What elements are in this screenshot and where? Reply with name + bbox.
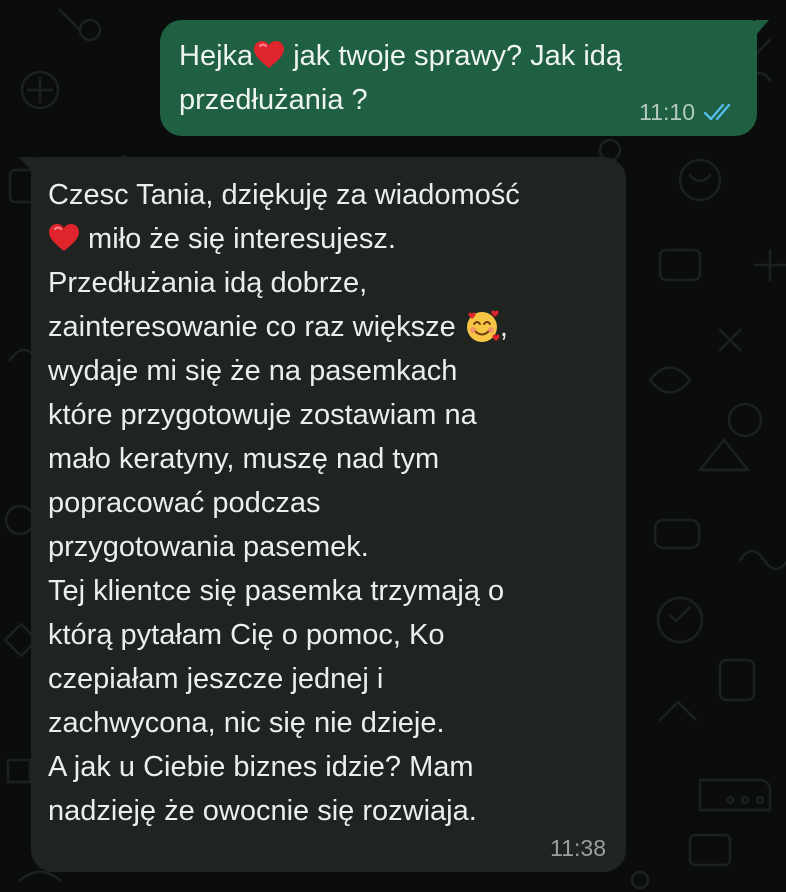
message-text: ,	[499, 311, 508, 343]
outgoing-message-line-1: Hejka jak twoje sprawy? Jak idą	[179, 34, 735, 78]
outgoing-message-meta: 11:10	[639, 100, 737, 124]
incoming-message-line: mało keratyny, muszę nad tym	[48, 437, 612, 481]
message-text: zainteresowanie co raz większe	[48, 311, 464, 343]
incoming-message-line: Tej klientce się pasemka trzymają o	[48, 569, 612, 613]
incoming-message-line: które przygotowuje zostawiam na	[48, 393, 612, 437]
message-text: A jak u Ciebie biznes idzie? Mam	[48, 751, 474, 783]
incoming-message-line: zainteresowanie co raz większe ,	[48, 305, 612, 349]
incoming-message-line: Przedłużania idą dobrze,	[48, 261, 612, 305]
message-text: miło że się interesujesz.	[80, 223, 396, 255]
incoming-message-line: przygotowania pasemek.	[48, 525, 612, 569]
message-text: przedłużania ?	[179, 84, 368, 116]
incoming-message-line: zachwycona, nic się nie dzieje.	[48, 701, 612, 745]
message-time: 11:10	[639, 99, 695, 125]
message-text: czepiałam jeszcze jednej i	[48, 663, 384, 695]
message-text: nadzieję że owocnie się rozwiaja.	[48, 795, 477, 827]
red-heart-emoji-icon	[48, 223, 80, 253]
incoming-message-line: nadzieję że owocnie się rozwiaja.	[48, 789, 612, 833]
message-time: 11:38	[550, 835, 606, 861]
message-text: Przedłużania idą dobrze,	[48, 267, 368, 299]
message-text: które przygotowuje zostawiam na	[48, 399, 477, 431]
message-text: przygotowania pasemek.	[48, 531, 369, 563]
message-text: wydaje mi się że na pasemkach	[48, 355, 458, 387]
incoming-message-line: wydaje mi się że na pasemkach	[48, 349, 612, 393]
message-text: popracować podczas	[48, 487, 321, 519]
message-text: jak twoje sprawy? Jak idą	[285, 40, 623, 72]
read-double-check-icon	[703, 103, 731, 121]
message-text: mało keratyny, muszę nad tym	[48, 443, 440, 475]
message-text: Czesc Tania, dziękuję za wiadomość	[48, 179, 520, 211]
incoming-message-line: popracować podczas	[48, 481, 612, 525]
message-text: Hejka	[179, 40, 254, 72]
message-text: zachwycona, nic się nie dzieje.	[48, 707, 445, 739]
message-text: Tej klientce się pasemka trzymają o	[48, 575, 505, 607]
incoming-message-line: którą pytałam Cię o pomoc, Ko	[48, 613, 612, 657]
incoming-message-line: A jak u Ciebie biznes idzie? Mam	[48, 745, 612, 789]
incoming-message-line: Czesc Tania, dziękuję za wiadomość	[48, 173, 612, 217]
red-heart-emoji-icon	[253, 40, 285, 70]
outgoing-message[interactable]: Hejka jak twoje sprawy? Jak idą przedłuż…	[160, 20, 769, 136]
incoming-message-line: czepiałam jeszcze jednej i	[48, 657, 612, 701]
incoming-message[interactable]: Czesc Tania, dziękuję za wiadomość miło …	[19, 157, 626, 872]
incoming-message-line: miło że się interesujesz.	[48, 217, 612, 261]
message-text: którą pytałam Cię o pomoc, Ko	[48, 619, 445, 651]
smiling-face-with-hearts-emoji-icon	[466, 310, 500, 342]
